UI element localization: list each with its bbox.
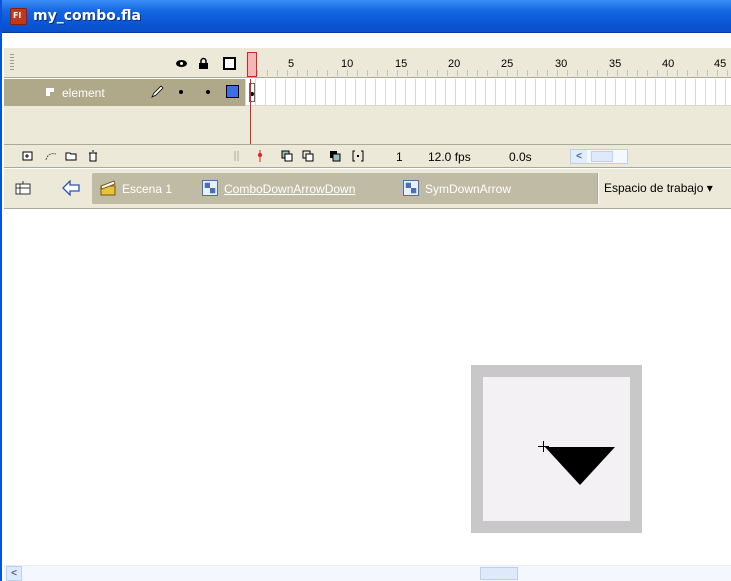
timeline-header: 5 10 15 20 25 30 35 40 45	[4, 48, 731, 78]
scroll-thumb[interactable]	[591, 151, 613, 162]
visibility-dot[interactable]	[179, 90, 183, 94]
panel-grip[interactable]	[10, 54, 14, 72]
scroll-left-icon[interactable]: <	[6, 566, 22, 581]
layer-row[interactable]: element	[4, 79, 731, 106]
eye-icon[interactable]	[175, 57, 188, 70]
elapsed-time: 0.0s	[509, 150, 532, 164]
down-arrow-shape[interactable]	[545, 447, 615, 485]
scroll-thumb[interactable]	[480, 567, 518, 580]
workspace-menu[interactable]: Espacio de trabajo ▾	[604, 181, 713, 195]
insert-folder-icon[interactable]	[65, 150, 77, 162]
symbol-icon	[202, 180, 218, 196]
edit-bar: Escena 1 ComboDownArrowDown SymDownArrow…	[4, 169, 731, 209]
current-frame: 1	[396, 150, 403, 164]
pencil-icon[interactable]	[150, 85, 164, 99]
motion-guide-icon[interactable]	[45, 150, 57, 162]
breadcrumb-current-symbol[interactable]: SymDownArrow	[425, 182, 511, 196]
playhead[interactable]	[247, 52, 257, 77]
app-window: Fl my_combo.fla 5 10 15 20 25 30 35 40 4…	[0, 0, 731, 581]
frame-ruler	[257, 70, 731, 76]
edit-multiple-frames-icon[interactable]	[329, 150, 341, 162]
horizontal-scrollbar[interactable]: <	[4, 565, 731, 581]
flash-document-icon: Fl	[10, 8, 27, 25]
onion-skin-outlines-icon[interactable]	[302, 150, 314, 162]
layer-color-box[interactable]	[226, 85, 239, 98]
timeline-toggle-icon[interactable]	[14, 179, 32, 197]
frame-number: 25	[501, 58, 514, 70]
timeline-footer: 1 12.0 fps 0.0s <	[4, 144, 731, 168]
layer-icon	[46, 88, 54, 96]
title-bar: Fl my_combo.fla	[2, 0, 731, 33]
lock-icon[interactable]	[197, 57, 210, 70]
center-frame-icon[interactable]	[254, 150, 266, 162]
frame-number: 45	[714, 58, 727, 70]
separator	[597, 173, 599, 204]
breadcrumb-scene[interactable]: Escena 1	[122, 182, 172, 196]
divider-grip-icon[interactable]	[231, 150, 243, 162]
frame-rate[interactable]: 12.0 fps	[428, 150, 471, 164]
frame-number: 35	[609, 58, 622, 70]
registration-point-icon	[538, 441, 549, 452]
lock-dot[interactable]	[206, 90, 210, 94]
frame-number: 5	[288, 58, 295, 70]
frame-number: 40	[662, 58, 675, 70]
symbol-background[interactable]	[483, 377, 630, 521]
stage[interactable]	[4, 210, 731, 565]
scroll-left-icon[interactable]: <	[571, 150, 587, 163]
insert-layer-icon[interactable]	[22, 150, 34, 162]
symbol-icon	[403, 180, 419, 196]
back-arrow-icon[interactable]	[62, 180, 80, 196]
frame-number: 10	[341, 58, 354, 70]
frame-number: 30	[555, 58, 568, 70]
outline-icon[interactable]	[223, 57, 236, 70]
breadcrumb-symbol[interactable]: ComboDownArrowDown	[224, 182, 355, 196]
symbol-border[interactable]	[471, 365, 642, 533]
onion-skin-icon[interactable]	[281, 150, 293, 162]
timeline-scrollbar[interactable]: <	[570, 149, 628, 164]
layer-frames[interactable]	[245, 79, 731, 106]
layer-name[interactable]: element	[62, 86, 105, 100]
frame-number: 20	[448, 58, 461, 70]
frame-number: 15	[395, 58, 408, 70]
trash-icon[interactable]	[87, 150, 99, 162]
modify-onion-markers-icon[interactable]	[352, 150, 364, 162]
breadcrumb: Escena 1 ComboDownArrowDown SymDownArrow	[92, 173, 598, 204]
window-title: my_combo.fla	[33, 8, 142, 24]
layer-header[interactable]: element	[4, 79, 245, 106]
playhead-line	[250, 79, 251, 144]
timeline-empty-area	[4, 106, 731, 144]
scene-icon	[100, 180, 116, 196]
